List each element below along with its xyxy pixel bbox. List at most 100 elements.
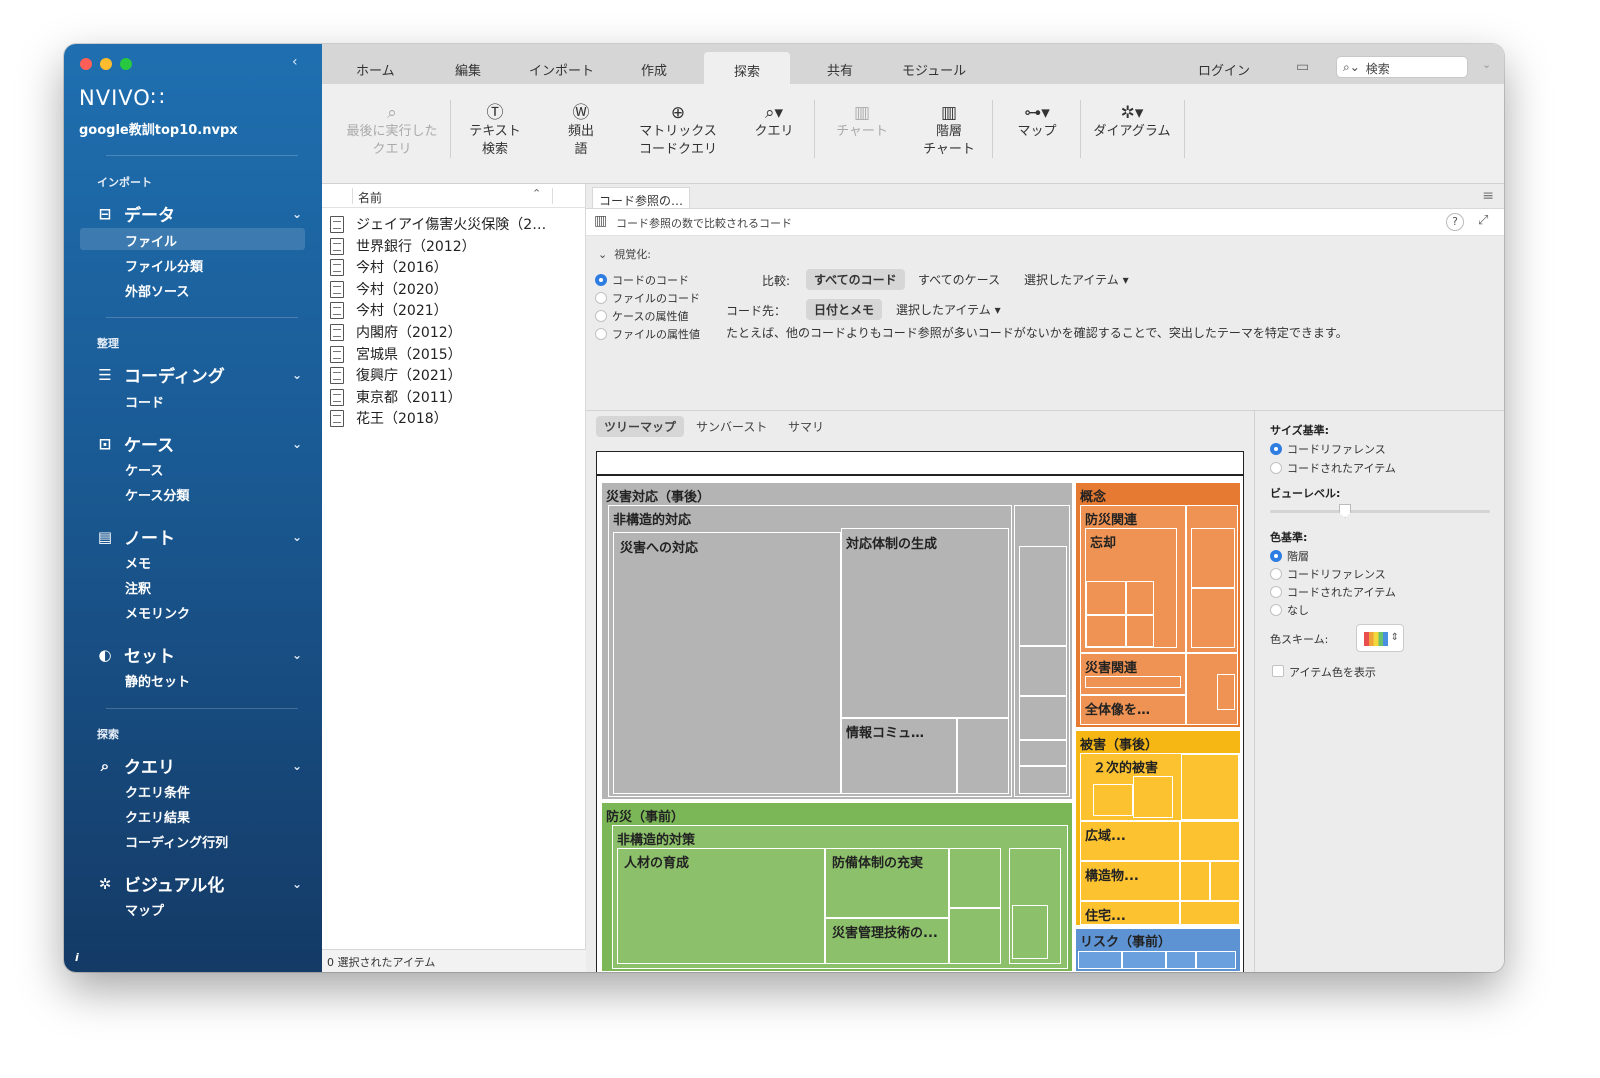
treemap-node[interactable] [1085, 676, 1181, 688]
radio-code-by-code[interactable]: コードのコード [595, 272, 689, 288]
chevron-down-icon[interactable]: ⌄ [292, 759, 302, 773]
collapse-sidebar-icon[interactable]: ‹ [292, 54, 298, 70]
treemap-node-wide-area[interactable]: 広域... [1080, 821, 1180, 861]
radio-button[interactable] [595, 274, 607, 286]
treemap-node[interactable] [1191, 588, 1235, 648]
sidebar-group-data[interactable]: ⊟ データ ⌄ [96, 201, 302, 227]
map-button[interactable]: ⊶▾ マップ [1002, 104, 1072, 141]
chevron-down-icon[interactable]: ⌄ [292, 877, 302, 891]
treemap-node[interactable] [1014, 505, 1070, 797]
chat-icon[interactable]: ▭ [1296, 59, 1309, 75]
treemap-node[interactable] [949, 848, 1001, 908]
radio-color-hierarchy[interactable]: 階層 [1270, 548, 1309, 564]
file-row[interactable]: 復興庁（2021） [330, 365, 462, 385]
treemap-node[interactable] [1086, 615, 1126, 647]
detail-tab[interactable]: コード参照の… [592, 187, 691, 209]
hamburger-menu-icon[interactable]: ≡ [1482, 188, 1494, 204]
treemap-node-info-comm[interactable]: 情報コミュ… [841, 718, 957, 794]
treemap-node[interactable] [1019, 646, 1067, 696]
treemap-node[interactable] [957, 718, 1009, 794]
radio-button[interactable] [1270, 568, 1282, 580]
chart-button[interactable]: ▥ チャート [822, 104, 902, 141]
login-button[interactable]: ログイン [1198, 60, 1250, 79]
treemap-node-response-system[interactable]: 対応体制の生成 [841, 528, 1009, 718]
treemap-node-nonstructural-measures[interactable]: 非構造的対策 人材の育成 防備体制の充実 災害管理技術の... [612, 825, 1068, 969]
tab-sunburst[interactable]: サンバースト [688, 416, 775, 437]
radio-size-coded-items[interactable]: コードされたアイテム [1270, 460, 1396, 476]
tab-modules[interactable]: モジュール [902, 60, 966, 79]
radio-button[interactable] [1270, 462, 1282, 474]
treemap-node[interactable] [1191, 528, 1235, 588]
treemap-node[interactable] [1196, 951, 1236, 969]
radio-color-coded-items[interactable]: コードされたアイテム [1270, 584, 1396, 600]
search-input[interactable]: ⌕⌄ 検索 [1336, 56, 1468, 78]
treemap-node[interactable] [1012, 905, 1048, 959]
treemap-node-disaster-management[interactable]: 災害管理技術の... [825, 918, 949, 964]
compare-selected-items-dropdown[interactable]: 選択したアイテム ▾ [1016, 269, 1137, 290]
minimize-window-button[interactable] [100, 58, 112, 70]
last-run-query-button[interactable]: ⌕ 最後に実行した クエリ [340, 104, 444, 159]
sidebar-group-queries[interactable]: ⌕ クエリ ⌄ [96, 753, 302, 779]
sidebar-item-memo-links[interactable]: メモリンク [125, 603, 190, 622]
file-row[interactable]: 東京都（2011） [330, 387, 462, 407]
treemap-node[interactable] [1133, 776, 1173, 818]
radio-button[interactable] [1270, 443, 1282, 455]
radio-color-none[interactable]: なし [1270, 602, 1309, 618]
treemap-node[interactable] [1210, 861, 1240, 901]
sidebar-item-codes[interactable]: コード [125, 392, 164, 411]
treemap-node[interactable] [1122, 951, 1166, 969]
tab-treemap[interactable]: ツリーマップ [596, 416, 685, 437]
treemap-node[interactable] [1086, 581, 1126, 615]
tab-edit[interactable]: 編集 [455, 60, 481, 79]
treemap-node-structures[interactable]: 構造物... [1080, 861, 1180, 901]
sidebar-item-external-sources[interactable]: 外部ソース [125, 281, 189, 300]
treemap-node[interactable] [1180, 821, 1240, 861]
file-row[interactable]: 内閣府（2012） [330, 322, 462, 342]
compare-all-codes-button[interactable]: すべてのコード [806, 269, 905, 290]
treemap-node-defense-system[interactable]: 防備体制の充実 [825, 848, 949, 918]
tab-share[interactable]: 共有 [827, 60, 853, 79]
radio-size-code-references[interactable]: コードリファレンス [1270, 441, 1386, 457]
treemap-node[interactable] [1166, 951, 1196, 969]
file-row[interactable]: 今村（2021） [330, 300, 448, 320]
tab-summary[interactable]: サマリ [780, 416, 832, 437]
treemap-node-risk[interactable]: リスク（事前） [1075, 928, 1241, 972]
view-level-slider[interactable] [1270, 510, 1490, 513]
help-icon[interactable]: ? [1446, 213, 1464, 231]
treemap-node[interactable] [1019, 696, 1067, 740]
view-level-slider-thumb[interactable] [1339, 504, 1351, 518]
radio-file-attribute[interactable]: ファイルの属性値 [595, 326, 700, 342]
file-row[interactable]: 今村（2016） [330, 257, 448, 277]
treemap-node-secondary-damage[interactable]: ２次的被害 [1080, 753, 1240, 821]
treemap-node[interactable] [1126, 581, 1154, 615]
file-row[interactable]: 花王（2018） [330, 408, 448, 428]
treemap-node[interactable] [1019, 740, 1067, 766]
treemap-node-overall-picture[interactable]: 全体像を… [1080, 695, 1186, 725]
tab-home[interactable]: ホーム [356, 60, 395, 79]
chevron-down-icon[interactable]: ⌄ [292, 648, 302, 662]
sidebar-group-cases[interactable]: ⊡ ケース ⌄ [96, 431, 302, 457]
file-row[interactable]: 今村（2020） [330, 279, 448, 299]
chevron-down-icon[interactable]: ⌄ [1482, 58, 1491, 71]
radio-code-by-file[interactable]: ファイルのコード [595, 290, 700, 306]
radio-button[interactable] [1270, 604, 1282, 616]
text-search-button[interactable]: Ⓣ テキスト 検索 [460, 104, 530, 159]
treemap-node-nonstructural-response[interactable]: 非構造的対応 災害への対応 対応体制の生成 情報コミュ… [608, 505, 1012, 797]
sidebar-item-coding-matrices[interactable]: コーディング行列 [125, 832, 228, 851]
treemap-node[interactable] [1078, 951, 1122, 969]
file-row[interactable]: ジェイアイ傷害火災保険（2… [330, 214, 546, 234]
radio-color-code-references[interactable]: コードリファレンス [1270, 566, 1386, 582]
treemap-node-housing[interactable]: 住宅... [1080, 901, 1180, 925]
treemap-node[interactable] [1126, 615, 1154, 647]
sidebar-item-static-sets[interactable]: 静的セット [125, 671, 190, 690]
chevron-down-icon[interactable]: ⌄ [292, 207, 302, 221]
sidebar-item-files[interactable]: ファイル [125, 231, 177, 250]
sidebar-item-maps[interactable]: マップ [125, 900, 164, 919]
treemap-node[interactable] [1186, 505, 1238, 653]
radio-button[interactable] [595, 328, 607, 340]
sidebar-item-case-classification[interactable]: ケース分類 [125, 485, 189, 504]
sidebar-item-query-results[interactable]: クエリ結果 [125, 807, 190, 826]
show-item-color-checkbox[interactable] [1272, 665, 1284, 677]
color-scheme-select[interactable]: ⇕ [1356, 624, 1404, 652]
sort-ascending-icon[interactable]: ⌃ [532, 187, 541, 200]
